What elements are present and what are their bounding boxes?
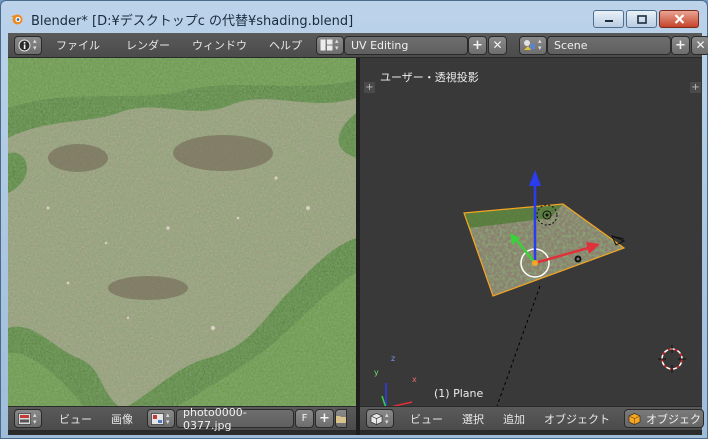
- maximize-button[interactable]: [626, 10, 657, 28]
- 3d-viewport[interactable]: ユーザー・透視投影 + + z x y (1) Plane: [360, 58, 702, 406]
- image-browse-button[interactable]: ▴ ▾: [147, 409, 175, 428]
- menu-object[interactable]: オブジェクト: [544, 411, 610, 427]
- active-object-label: (1) Plane: [434, 387, 484, 400]
- scene-icon: [524, 40, 535, 50]
- open-image-button[interactable]: [335, 409, 347, 428]
- add-icon: +: [675, 37, 686, 53]
- axis-y-label: y: [374, 368, 379, 377]
- close-button[interactable]: [659, 10, 699, 28]
- scene-objects: [381, 170, 686, 406]
- object-mode-icon: [628, 412, 641, 425]
- window-controls: [593, 10, 699, 28]
- add-layout-button[interactable]: +: [468, 35, 487, 55]
- remove-icon: ✕: [695, 38, 706, 52]
- info-header: ▴ ▾ ファイル レンダー ウィンドウ ヘルプ ▴ ▾ UV Editing + ✕: [8, 33, 708, 58]
- blender-logo-icon: [11, 14, 23, 25]
- minimize-button[interactable]: [593, 10, 624, 28]
- info-icon: [18, 39, 31, 51]
- 3d-cursor-icon: [658, 345, 686, 373]
- axis-x-label: x: [412, 375, 417, 384]
- menu-help[interactable]: ヘルプ: [269, 37, 302, 53]
- menu-window[interactable]: ウィンドウ: [192, 37, 247, 53]
- screen-layout-icon: [320, 39, 333, 51]
- add-icon: +: [319, 411, 330, 426]
- image-name: photo0000-0377.jpg: [183, 405, 247, 432]
- image-editor-icon: [18, 412, 31, 425]
- chevron-updown-icon: ▴ ▾: [166, 410, 170, 426]
- add-scene-button[interactable]: +: [671, 35, 690, 55]
- axis-z-label: z: [391, 354, 396, 363]
- chevron-updown-icon: ▴ ▾: [335, 37, 339, 52]
- menu-view[interactable]: ビュー: [59, 411, 92, 427]
- scene-name-field[interactable]: Scene: [547, 35, 671, 55]
- chevron-updown-icon: ▴ ▾: [385, 410, 389, 426]
- menu-render[interactable]: レンダー: [126, 37, 170, 53]
- remove-layout-button[interactable]: ✕: [488, 35, 507, 55]
- minimize-icon: [604, 20, 613, 22]
- open-folder-icon: [336, 415, 346, 423]
- layout-name-field[interactable]: UV Editing: [344, 35, 468, 55]
- fake-user-label: F: [301, 413, 308, 424]
- menu-add[interactable]: 追加: [503, 411, 525, 427]
- blender-window: Blender* [D:¥デスクトップc の代替¥shading.blend] …: [0, 0, 708, 439]
- new-image-button[interactable]: +: [315, 409, 334, 428]
- chevron-updown-icon: ▴ ▾: [538, 37, 542, 52]
- 3d-view-header: ▴▾ ビュー 選択 追加 オブジェクト オブジェクト: [360, 406, 704, 431]
- image-browse-icon: [151, 412, 164, 425]
- menu-file[interactable]: ファイル: [56, 37, 100, 53]
- title-bar[interactable]: Blender* [D:¥デスクトップc の代替¥shading.blend]: [1, 1, 707, 33]
- editor-type-button[interactable]: ▴ ▾: [14, 35, 42, 55]
- remove-scene-button[interactable]: ✕: [691, 35, 708, 55]
- scene-browse-button[interactable]: ▴ ▾: [519, 35, 547, 55]
- close-icon: [674, 14, 684, 24]
- remove-icon: ✕: [492, 38, 503, 52]
- layout-name: UV Editing: [351, 38, 409, 52]
- fake-user-button[interactable]: F: [295, 409, 314, 428]
- 3d-view-icon: [370, 412, 383, 425]
- screen-layout-button[interactable]: ▴ ▾: [316, 35, 344, 55]
- window-title: Blender* [D:¥デスクトップc の代替¥shading.blend]: [31, 14, 354, 29]
- editor-type-button[interactable]: ▴ ▾: [366, 409, 394, 428]
- interaction-mode-dropdown[interactable]: オブジェクト: [624, 409, 704, 428]
- interaction-mode-label: オブジェクト: [646, 412, 703, 426]
- image-name-field[interactable]: photo0000-0377.jpg: [176, 406, 294, 432]
- image-editor-header: ▴ ▾ ビュー 画像 ▴ ▾ photo0000-0377.jpg F +: [8, 406, 356, 432]
- maximize-icon: [636, 14, 647, 24]
- chevron-updown-icon: ▴ ▾: [33, 410, 37, 426]
- menu-image[interactable]: 画像: [111, 411, 133, 427]
- editor-type-button[interactable]: ▴ ▾: [14, 409, 42, 428]
- axis-gizmo: [381, 383, 413, 406]
- blender-client-area: ▴ ▾ ファイル レンダー ウィンドウ ヘルプ ▴ ▾ UV Editing + ✕: [8, 33, 708, 435]
- menu-select[interactable]: 選択: [462, 411, 484, 427]
- uv-image-editor[interactable]: [8, 58, 356, 406]
- add-icon: +: [472, 37, 483, 53]
- chevron-updown-icon: ▴ ▾: [33, 37, 37, 52]
- scene-name: Scene: [554, 38, 588, 52]
- menu-view[interactable]: ビュー: [410, 411, 443, 427]
- ground-photo-texture: [8, 58, 356, 406]
